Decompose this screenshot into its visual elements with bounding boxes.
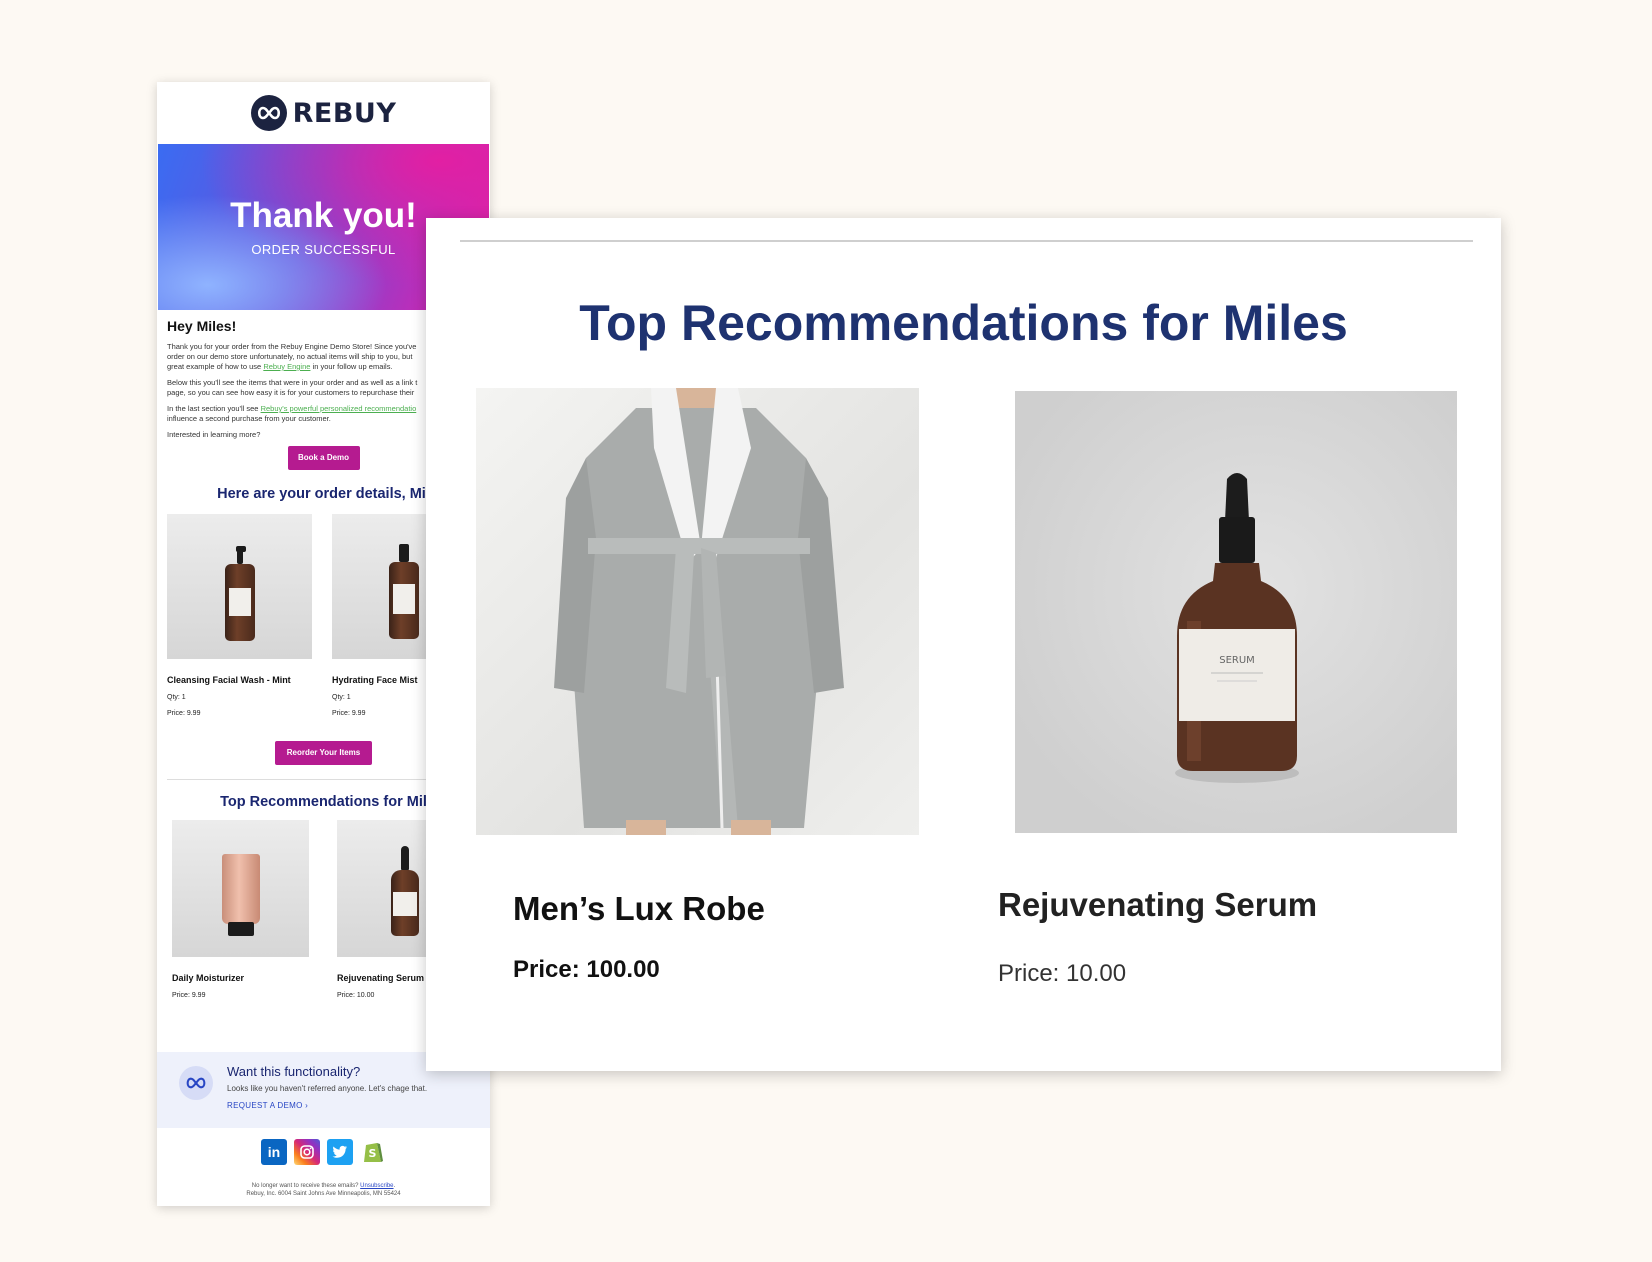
intro-text: in your follow up emails. <box>310 362 393 371</box>
brand-name: REBUY <box>292 97 397 129</box>
robe-product-image[interactable] <box>476 388 919 835</box>
svg-text:S: S <box>369 1147 377 1160</box>
product-price: Price: 9.99 <box>172 992 206 999</box>
robe-product-name[interactable]: Men’s Lux Robe <box>513 890 765 928</box>
twitter-icon[interactable] <box>327 1139 353 1165</box>
product-qty: Qty: 1 <box>167 694 186 701</box>
reorder-button[interactable]: Reorder Your Items <box>275 741 372 765</box>
request-demo-label: REQUEST A DEMO <box>227 1101 303 1110</box>
spray-bottle-icon <box>389 544 419 639</box>
product-image <box>172 820 309 957</box>
serum-product-name[interactable]: Rejuvenating Serum <box>998 886 1317 924</box>
company-address: Rebuy, Inc. 6004 Saint Johns Ave Minneap… <box>246 1191 401 1197</box>
order-item[interactable]: Cleansing Facial Wash - Mint Qty: 1 Pric… <box>167 514 312 717</box>
social-links: in S <box>157 1139 490 1165</box>
footer-text: . <box>393 1183 396 1189</box>
product-name: Cleansing Facial Wash - Mint <box>167 675 291 685</box>
tube-icon <box>221 854 260 936</box>
shopify-icon[interactable]: S <box>360 1139 386 1165</box>
linkedin-icon[interactable]: in <box>261 1139 287 1165</box>
recommendations-panel: Top Recommendations for Miles SERUM Men’… <box>426 218 1501 1071</box>
book-demo-button[interactable]: Book a Demo <box>287 446 360 470</box>
panel-title: Top Recommendations for Miles <box>579 295 1348 351</box>
unsubscribe-line: No longer want to receive these emails? … <box>157 1182 490 1190</box>
product-name: Daily Moisturizer <box>172 973 245 983</box>
email-footer: No longer want to receive these emails? … <box>157 1182 490 1198</box>
intro-text: great example of how to use <box>167 362 264 371</box>
rebuy-logo-icon <box>250 95 287 131</box>
product-image <box>167 514 312 659</box>
serum-product-image[interactable]: SERUM <box>1015 391 1457 833</box>
footer-text: No longer want to receive these emails? <box>251 1183 361 1189</box>
unsubscribe-link[interactable]: Unsubscribe <box>360 1183 393 1189</box>
rebuy-infinity-icon <box>179 1066 213 1100</box>
instagram-icon[interactable] <box>294 1139 320 1165</box>
chevron-right-icon: › <box>305 1101 309 1110</box>
serum-product-price: Price: 10.00 <box>998 960 1127 987</box>
pump-bottle-icon <box>224 546 255 641</box>
robe-product-price: Price: 100.00 <box>513 956 660 983</box>
request-demo-link[interactable]: REQUEST A DEMO › <box>227 1101 480 1110</box>
dropper-bottle-icon <box>391 846 419 936</box>
promo-text: Looks like you haven't referred anyone. … <box>227 1084 428 1093</box>
recommendation-item[interactable]: Daily Moisturizer Price: 9.99 <box>172 820 317 999</box>
product-price: Price: 9.99 <box>167 710 201 717</box>
serum-bottle-label: SERUM <box>1219 655 1255 666</box>
rebuy-engine-link[interactable]: Rebuy Engine <box>263 362 310 371</box>
recommendations-link[interactable]: Rebuy's powerful personalized recommenda… <box>261 404 417 413</box>
intro-text: In the last section you'll see <box>167 404 261 413</box>
brand-header: REBUY <box>157 82 490 144</box>
divider <box>460 240 1473 242</box>
